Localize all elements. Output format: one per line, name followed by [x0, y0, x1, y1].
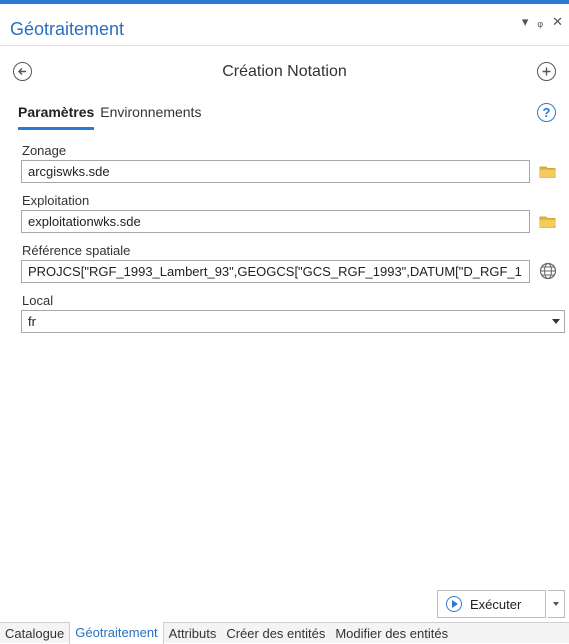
tab-attributs[interactable]: Attributs: [164, 623, 222, 644]
run-button-label: Exécuter: [470, 596, 522, 612]
play-icon: [446, 596, 462, 612]
pin-icon[interactable]: ᵩ: [537, 14, 543, 30]
tab-geotraitement[interactable]: Géotraitement: [69, 622, 164, 644]
chevron-down-icon: [553, 602, 559, 606]
pane-menu-icon[interactable]: ▾: [522, 14, 529, 30]
chevron-down-icon: [552, 319, 560, 324]
tab-environnements[interactable]: Environnements: [100, 104, 201, 130]
spatial-reference-label: Référence spatiale: [22, 243, 131, 258]
tab-creer-entites[interactable]: Créer des entités: [221, 623, 330, 644]
zonage-input[interactable]: arcgiswks.sde: [21, 160, 530, 183]
pane-title: Géotraitement: [10, 19, 125, 39]
run-options-button[interactable]: [548, 590, 565, 618]
local-select-value: fr: [28, 314, 36, 329]
folder-icon[interactable]: [539, 215, 557, 229]
tab-catalogue[interactable]: Catalogue: [0, 623, 69, 644]
tool-title: Création Notation: [222, 63, 347, 80]
spatial-reference-input[interactable]: PROJCS["RGF_1993_Lambert_93",GEOGCS["GCS…: [21, 260, 530, 283]
run-button[interactable]: Exécuter: [437, 590, 546, 618]
help-icon[interactable]: ?: [537, 103, 556, 122]
close-icon[interactable]: ✕: [552, 14, 563, 30]
bottom-tab-strip: Catalogue Géotraitement Attributs Créer …: [0, 622, 569, 644]
local-label: Local: [22, 293, 54, 308]
exploitation-label: Exploitation: [22, 193, 90, 208]
exploitation-input[interactable]: exploitationwks.sde: [21, 210, 530, 233]
local-select[interactable]: fr: [21, 310, 565, 333]
tool-header: Création Notation: [0, 56, 569, 90]
pane-controls: ▾ ᵩ ✕: [522, 14, 563, 30]
plus-icon: [542, 67, 551, 76]
globe-icon[interactable]: [539, 262, 557, 280]
pane-header: Géotraitement ▾ ᵩ ✕: [0, 4, 569, 46]
tab-parametres[interactable]: Paramètres: [18, 104, 95, 130]
zonage-label: Zonage: [22, 143, 67, 158]
folder-icon[interactable]: [539, 165, 557, 179]
tab-modifier-entites[interactable]: Modifier des entités: [330, 623, 453, 644]
tool-tabs: Paramètres Environnements: [18, 104, 201, 130]
add-button[interactable]: [537, 62, 556, 81]
